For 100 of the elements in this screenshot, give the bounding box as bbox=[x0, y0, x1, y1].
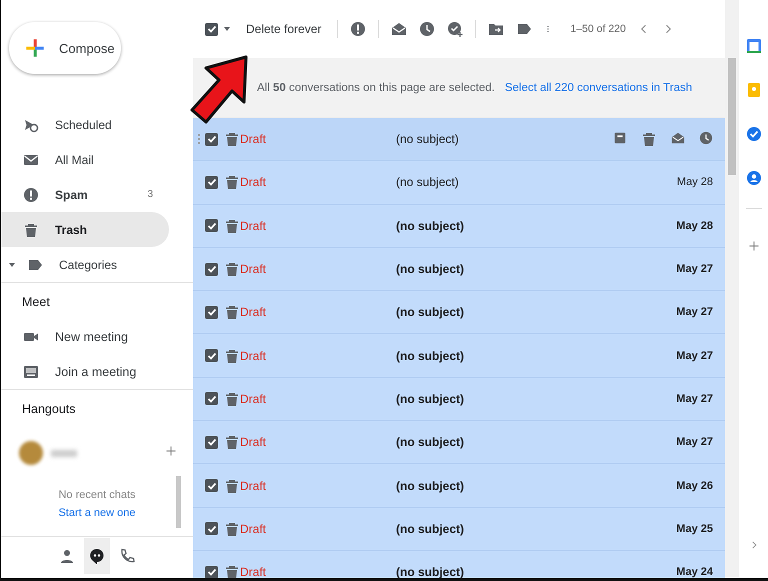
avatar[interactable] bbox=[19, 441, 43, 465]
message-row[interactable]: Draft (no subject) May 25 bbox=[193, 508, 725, 551]
message-row[interactable]: Draft (no subject) May 28 bbox=[193, 204, 725, 248]
date: May 27 bbox=[676, 436, 713, 448]
nav-item[interactable]: Trash bbox=[1, 212, 169, 247]
trash-icon[interactable] bbox=[23, 222, 39, 238]
subject: (no subject) bbox=[396, 435, 465, 450]
meet-item[interactable]: New meeting bbox=[1, 319, 193, 354]
hangouts-tab[interactable] bbox=[84, 538, 110, 574]
subject: (no subject) bbox=[396, 175, 460, 190]
message-row[interactable]: Draft (no subject) May 27 bbox=[193, 334, 725, 378]
trash-icon[interactable] bbox=[224, 478, 240, 494]
keyboard-icon[interactable] bbox=[23, 364, 39, 380]
caret-icon[interactable] bbox=[224, 27, 230, 31]
sender: Draft bbox=[240, 132, 268, 146]
clock-icon[interactable] bbox=[419, 21, 436, 37]
sender: Draft bbox=[240, 305, 268, 320]
meet-item[interactable]: Join a meeting bbox=[1, 354, 193, 389]
person-icon[interactable] bbox=[59, 548, 75, 564]
section-heading: Hangouts bbox=[21, 401, 77, 418]
checkbox[interactable] bbox=[205, 306, 218, 319]
checkbox[interactable] bbox=[205, 132, 218, 146]
checkbox[interactable] bbox=[205, 219, 218, 232]
scrollbar-thumb[interactable] bbox=[728, 58, 736, 175]
checkbox[interactable] bbox=[205, 349, 218, 362]
subject: (no subject) bbox=[396, 305, 465, 320]
message-row[interactable]: Draft (no subject) May 26 bbox=[193, 464, 725, 508]
add-task-icon[interactable] bbox=[447, 21, 464, 37]
nav-item[interactable]: All Mail bbox=[1, 142, 169, 177]
nav-item[interactable]: Scheduled bbox=[1, 107, 169, 142]
subject: (no subject) bbox=[396, 262, 465, 276]
sender: Draft bbox=[240, 392, 268, 406]
open-envelope-icon[interactable] bbox=[391, 21, 408, 37]
drag-handle-icon[interactable] bbox=[197, 133, 201, 146]
checkbox[interactable] bbox=[205, 22, 218, 36]
sender: Draft bbox=[240, 522, 268, 536]
chat-bubble-icon[interactable] bbox=[89, 548, 105, 564]
delete-forever-button[interactable]: Delete forever bbox=[242, 22, 326, 36]
message-row[interactable]: Draft (no subject) May 28 bbox=[193, 161, 725, 205]
date: May 28 bbox=[676, 220, 713, 232]
expand-caret-icon[interactable] bbox=[9, 262, 15, 266]
subject: (no subject) bbox=[396, 392, 465, 406]
subject: (no subject) bbox=[396, 218, 465, 233]
plus-icon[interactable] bbox=[165, 445, 177, 457]
trash-icon[interactable] bbox=[224, 348, 240, 364]
trash-icon[interactable] bbox=[224, 218, 240, 234]
subject: (no subject) bbox=[396, 478, 465, 493]
plus-icon[interactable] bbox=[748, 240, 760, 252]
clock-icon[interactable] bbox=[699, 131, 713, 146]
sender: Draft bbox=[240, 218, 268, 233]
nav-item[interactable]: Categories bbox=[1, 247, 169, 282]
subject: (no subject) bbox=[396, 132, 460, 146]
checkbox[interactable] bbox=[205, 522, 218, 536]
section-heading: Meet bbox=[21, 294, 51, 311]
trash-icon[interactable] bbox=[224, 434, 240, 450]
sender: Draft bbox=[240, 348, 268, 363]
delete-icon[interactable] bbox=[641, 131, 657, 148]
spam-icon[interactable] bbox=[350, 21, 366, 37]
trash-icon[interactable] bbox=[224, 520, 240, 537]
trash-icon[interactable] bbox=[224, 390, 240, 407]
trash-icon[interactable] bbox=[224, 131, 240, 148]
nav-item[interactable]: Spam 3 bbox=[1, 177, 169, 212]
message-row[interactable]: Draft (no subject) bbox=[193, 118, 725, 162]
trash-icon[interactable] bbox=[224, 564, 240, 578]
trash-icon[interactable] bbox=[224, 174, 240, 190]
checkbox[interactable] bbox=[205, 479, 218, 492]
checkbox[interactable] bbox=[205, 176, 218, 189]
message-row[interactable]: Draft (no subject) May 27 bbox=[193, 421, 725, 464]
person-icon[interactable] bbox=[746, 170, 762, 186]
date: May 27 bbox=[676, 392, 713, 405]
checkbox[interactable] bbox=[205, 436, 218, 449]
scrollbar[interactable] bbox=[176, 476, 181, 528]
date: May 24 bbox=[676, 566, 713, 578]
sender: Draft bbox=[240, 175, 268, 190]
message-row[interactable]: Draft (no subject) May 27 bbox=[193, 378, 725, 422]
open-envelope-icon[interactable] bbox=[671, 131, 685, 146]
message-row[interactable]: Draft (no subject) May 27 bbox=[193, 248, 725, 292]
subject: (no subject) bbox=[396, 348, 465, 363]
archive-icon[interactable] bbox=[613, 131, 627, 146]
message-row[interactable]: Draft (no subject) May 27 bbox=[193, 291, 725, 334]
checkbox[interactable] bbox=[205, 262, 218, 276]
subject: (no subject) bbox=[396, 522, 465, 536]
calendar-icon[interactable] bbox=[746, 38, 762, 54]
checkbox[interactable] bbox=[205, 566, 218, 578]
spam-icon[interactable] bbox=[23, 186, 39, 202]
checkmark-icon[interactable] bbox=[746, 126, 762, 142]
phone-icon[interactable] bbox=[119, 548, 135, 564]
trash-icon[interactable] bbox=[224, 261, 240, 278]
date: May 27 bbox=[676, 350, 713, 362]
trash-icon[interactable] bbox=[224, 304, 240, 320]
folder-icon[interactable] bbox=[488, 21, 504, 37]
page-range: 1–50 of 220 bbox=[570, 23, 626, 35]
start-chat-link[interactable]: Start a new one bbox=[58, 507, 136, 519]
empty-message: No recent chats bbox=[58, 489, 136, 501]
selection-message: All 50 conversations on this page are selected. bbox=[257, 82, 495, 94]
checkbox[interactable] bbox=[205, 392, 218, 406]
select-all-link[interactable]: Select all 220 conversations in Trash bbox=[504, 82, 692, 94]
label-icon[interactable] bbox=[516, 21, 532, 37]
compose-button[interactable]: Compose bbox=[9, 22, 121, 74]
sender: Draft bbox=[240, 435, 268, 450]
